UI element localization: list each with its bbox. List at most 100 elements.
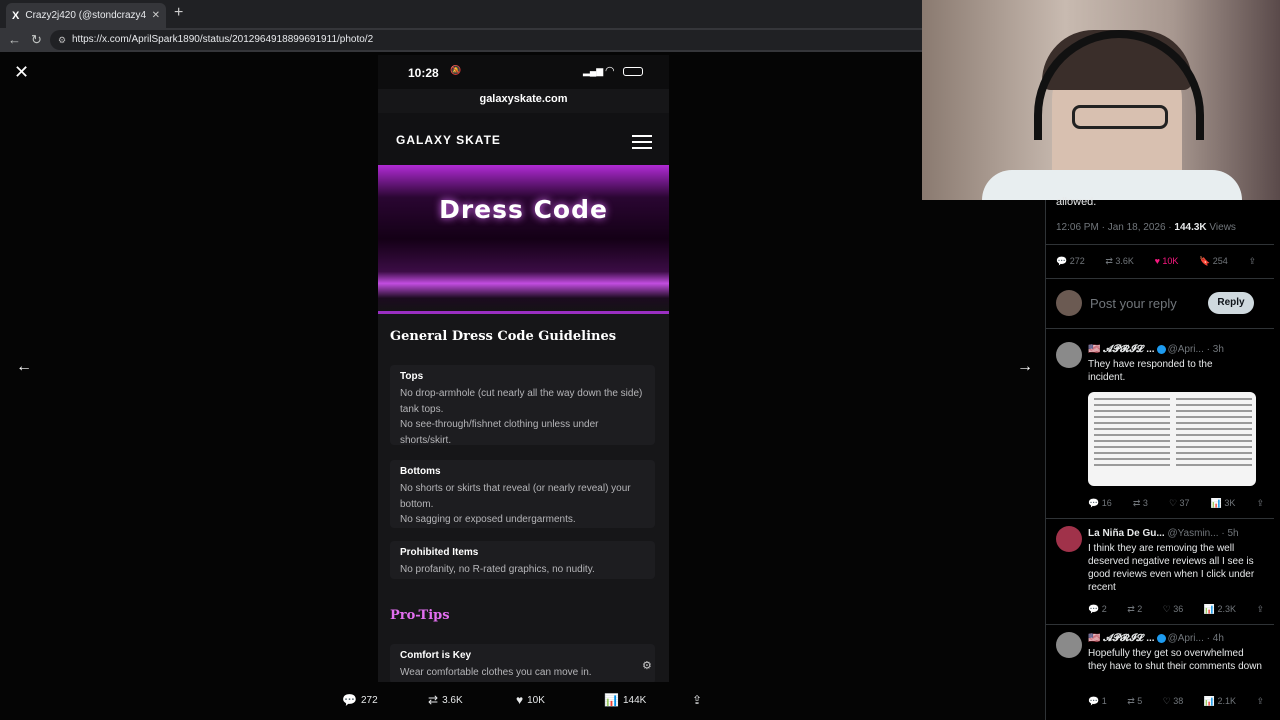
reply-time: · 4h bbox=[1206, 633, 1224, 644]
card-heading: Prohibited Items bbox=[400, 547, 479, 558]
reply-input[interactable]: Post your reply bbox=[1090, 296, 1177, 311]
section-title-protips: Pro-Tips bbox=[390, 608, 450, 623]
reply-likes[interactable]: ♡ 38 bbox=[1163, 696, 1184, 707]
avatar[interactable] bbox=[1056, 632, 1082, 658]
views-icon: 📊 bbox=[604, 693, 619, 707]
divider bbox=[1046, 244, 1274, 245]
phone-screenshot: 10:28 🔕 ▂▄▆ ◠ galaxyskate.com GALAXY SKA… bbox=[378, 55, 669, 682]
avatar[interactable] bbox=[1056, 342, 1082, 368]
reply-header: La Niña De Gu... @Yasmin... · 5h bbox=[1088, 528, 1264, 539]
phone-time: 10:28 bbox=[408, 66, 439, 80]
timestamp-text: 12:06 PM · Jan 18, 2026 · bbox=[1056, 222, 1175, 233]
reload-icon[interactable]: ↻ bbox=[31, 32, 42, 48]
divider bbox=[1046, 518, 1274, 519]
back-icon[interactable]: ← bbox=[8, 32, 21, 47]
post-bookmark-count[interactable]: 🔖 254 bbox=[1199, 256, 1228, 267]
close-media-icon[interactable]: ✕ bbox=[14, 62, 29, 83]
reply-likes[interactable]: ♡ 36 bbox=[1163, 604, 1184, 615]
site-brand: GALAXY SKATE bbox=[396, 133, 501, 147]
reply-likes[interactable]: ♡ 37 bbox=[1169, 498, 1190, 509]
count: 16 bbox=[1101, 498, 1112, 508]
browser-tab[interactable]: X Crazy2j420 (@stondcrazy42092) / X ✕ bbox=[6, 3, 166, 28]
phone-status-bar: 10:28 🔕 ▂▄▆ ◠ bbox=[378, 55, 669, 89]
card-heading: Tops bbox=[400, 371, 424, 382]
views-label: Views bbox=[1206, 222, 1236, 233]
battery-icon bbox=[623, 67, 643, 76]
metric-reposts[interactable]: ⇄ 3.6K bbox=[428, 693, 463, 707]
wifi-icon: ◠ bbox=[605, 65, 615, 77]
count: 1 bbox=[1101, 696, 1107, 706]
count: 254 bbox=[1212, 256, 1228, 266]
share-icon[interactable]: ⇪ bbox=[1256, 604, 1264, 615]
card-line: No drop-armhole (cut nearly all the way … bbox=[400, 388, 643, 415]
avatar[interactable] bbox=[1056, 290, 1082, 316]
new-tab-icon[interactable]: + bbox=[174, 4, 183, 22]
card-line: Wear comfortable clothes you can move in… bbox=[400, 667, 592, 678]
card-line: No shorts or skirts that reveal (or near… bbox=[400, 483, 631, 510]
views-count: 144.3K bbox=[1174, 222, 1207, 233]
x-logo-icon: X bbox=[12, 9, 20, 22]
post-share-icon[interactable]: ⇪ bbox=[1248, 256, 1256, 267]
reply-button[interactable]: Reply bbox=[1208, 292, 1254, 314]
post-reply-count[interactable]: 💬 272 bbox=[1056, 256, 1085, 267]
tab-close-icon[interactable]: ✕ bbox=[152, 10, 160, 21]
post-detail-panel: allowed. 12:06 PM · Jan 18, 2026 · 144.3… bbox=[1045, 196, 1274, 720]
repost-icon: ⇄ bbox=[428, 693, 439, 707]
webcam-overlay bbox=[922, 0, 1280, 200]
metric-value: 10K bbox=[527, 694, 545, 706]
reply-author[interactable]: 🇺🇸 𝓐𝓟𝓡𝓘𝓛 ... bbox=[1088, 344, 1155, 355]
count: 2 bbox=[1101, 604, 1107, 614]
post-repost-count[interactable]: ⇄ 3.6K bbox=[1105, 256, 1134, 267]
tab-title: Crazy2j420 (@stondcrazy42092) / X bbox=[25, 10, 146, 21]
signal-icon: ▂▄▆ bbox=[583, 66, 604, 76]
card-line: No profanity, no R-rated graphics, no nu… bbox=[400, 564, 595, 575]
webcam-glasses bbox=[1072, 105, 1168, 129]
reply-reposts[interactable]: ⇄ 5 bbox=[1127, 696, 1142, 707]
share-button[interactable]: ⇪ bbox=[692, 693, 702, 707]
reply-views[interactable]: 📊 2.1K bbox=[1204, 696, 1236, 707]
metric-value: 272 bbox=[360, 694, 378, 706]
reply-image[interactable] bbox=[1088, 392, 1256, 486]
reply-text: They have responded to the incident. bbox=[1088, 359, 1213, 383]
reply-views[interactable]: 📊 3K bbox=[1211, 498, 1236, 509]
verified-badge-icon bbox=[1156, 344, 1166, 354]
count: 3K bbox=[1224, 498, 1236, 508]
reply-author[interactable]: 🇺🇸 𝓐𝓟𝓡𝓘𝓛 ... bbox=[1088, 633, 1155, 644]
next-photo-icon[interactable]: → bbox=[1017, 358, 1033, 376]
post-timestamp: 12:06 PM · Jan 18, 2026 · 144.3K Views bbox=[1056, 222, 1236, 233]
metric-value: 3.6K bbox=[442, 694, 463, 706]
reply-views[interactable]: 📊 2.3K bbox=[1204, 604, 1236, 615]
avatar[interactable] bbox=[1056, 526, 1082, 552]
post-text-partial: allowed. bbox=[1056, 196, 1097, 208]
share-icon[interactable]: ⇪ bbox=[1256, 498, 1264, 509]
reply-replies[interactable]: 💬 2 bbox=[1088, 604, 1107, 615]
metric-value: 144K bbox=[622, 694, 647, 706]
card-protip: Comfort is Key Wear comfortable clothes … bbox=[390, 644, 655, 682]
count: 36 bbox=[1173, 604, 1184, 614]
reply-reposts[interactable]: ⇄ 2 bbox=[1127, 604, 1142, 615]
site-info-icon[interactable]: ⚙ bbox=[58, 30, 66, 50]
reply-reposts[interactable]: ⇄ 3 bbox=[1133, 498, 1148, 509]
metric-views[interactable]: 📊 144K bbox=[604, 693, 646, 707]
reply-header: 🇺🇸 𝓐𝓟𝓡𝓘𝓛 ... @Apri... · 4h bbox=[1088, 633, 1264, 644]
count: 10K bbox=[1162, 256, 1179, 266]
share-icon[interactable]: ⇪ bbox=[1256, 696, 1264, 707]
reply-replies[interactable]: 💬 1 bbox=[1088, 696, 1107, 707]
site-header: GALAXY SKATE bbox=[378, 113, 669, 165]
count: 272 bbox=[1069, 256, 1085, 266]
reply-author[interactable]: La Niña De Gu... bbox=[1088, 528, 1165, 539]
metric-likes[interactable]: ♥ 10K bbox=[516, 693, 545, 707]
previous-photo-icon[interactable]: ← bbox=[16, 358, 32, 376]
reply-action-row: 💬 1 ⇄ 5 ♡ 38 📊 2.1K ⇪ bbox=[1088, 696, 1264, 707]
count: 37 bbox=[1179, 498, 1190, 508]
count: 5 bbox=[1137, 696, 1143, 706]
reply-action-row: 💬 16 ⇄ 3 ♡ 37 📊 3K ⇪ bbox=[1088, 498, 1264, 509]
reply-replies[interactable]: 💬 16 bbox=[1088, 498, 1112, 509]
reply-handle: @Apri... bbox=[1167, 344, 1204, 355]
hamburger-menu-icon bbox=[632, 135, 652, 149]
divider bbox=[1046, 278, 1274, 279]
page-settings-icon: ⚙ bbox=[642, 660, 652, 672]
post-like-count[interactable]: ♥ 10K bbox=[1155, 256, 1179, 267]
metric-replies[interactable]: 💬 272 bbox=[342, 693, 378, 707]
reply-action-row: 💬 2 ⇄ 2 ♡ 36 📊 2.3K ⇪ bbox=[1088, 604, 1264, 615]
